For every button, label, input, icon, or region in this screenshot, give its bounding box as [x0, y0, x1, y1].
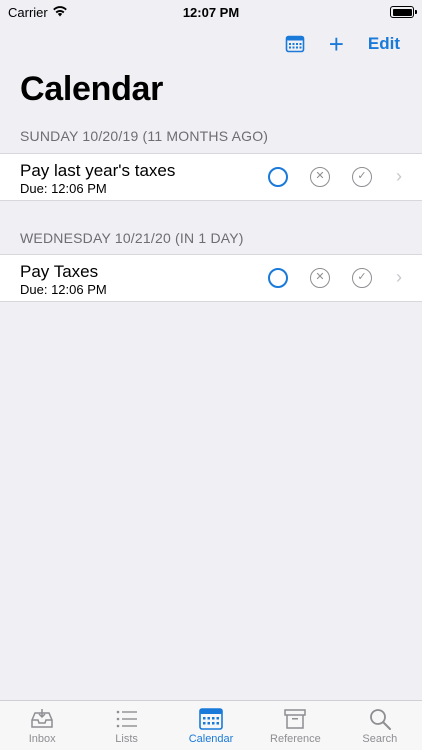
tab-search[interactable]: Search: [338, 701, 422, 750]
task-due: Due: 12:06 PM: [20, 282, 107, 297]
task-row[interactable]: Pay last year's taxes Due: 12:06 PM ✕ ✓ …: [0, 153, 422, 201]
tab-inbox[interactable]: Inbox: [0, 701, 84, 750]
cancel-task-button[interactable]: ✕: [310, 166, 330, 187]
search-icon: [369, 709, 391, 730]
complete-task-button[interactable]: ✓: [352, 267, 372, 288]
inbox-icon: [31, 709, 53, 728]
task-row[interactable]: Pay Taxes Due: 12:06 PM ✕ ✓ ›: [0, 254, 422, 302]
battery-icon: [390, 6, 417, 18]
task-title: Pay last year's taxes: [20, 161, 176, 180]
tab-calendar[interactable]: Calendar: [169, 701, 253, 750]
cancel-task-button[interactable]: ✕: [310, 267, 330, 288]
x-icon: ✕: [315, 271, 325, 283]
checkmark-icon: ✓: [357, 271, 367, 283]
x-icon: ✕: [315, 170, 325, 182]
tab-lists[interactable]: Lists: [84, 701, 168, 750]
tab-label: Inbox: [28, 733, 56, 745]
tab-bar: Inbox Lists Calendar Reference Search: [0, 700, 422, 750]
status-bar: Carrier 12:07 PM: [0, 0, 422, 24]
section-header: WEDNESDAY 10/21/20 (IN 1 DAY): [20, 230, 244, 246]
tab-label: Calendar: [188, 733, 234, 745]
tab-reference[interactable]: Reference: [253, 701, 337, 750]
task-due: Due: 12:06 PM: [20, 181, 107, 196]
page-title: Calendar: [20, 70, 164, 108]
complete-task-button[interactable]: ✓: [352, 166, 372, 187]
list-icon: [116, 710, 137, 728]
checkmark-icon: ✓: [357, 170, 367, 182]
tab-label: Search: [362, 733, 398, 745]
start-task-button[interactable]: [268, 267, 288, 288]
calendar-icon: [199, 708, 223, 730]
edit-button[interactable]: Edit: [368, 34, 400, 54]
section-header: SUNDAY 10/20/19 (11 MONTHS AGO): [20, 128, 269, 144]
calendar-picker-button[interactable]: [285, 34, 305, 54]
archive-icon: [284, 709, 307, 729]
calendar-icon: [285, 35, 305, 53]
tab-label: Reference: [270, 733, 321, 745]
add-button[interactable]: +: [329, 31, 344, 57]
chevron-right-icon: ›: [396, 267, 402, 287]
task-title: Pay Taxes: [20, 262, 99, 281]
nav-bar: + Edit: [285, 28, 422, 60]
start-task-button[interactable]: [268, 166, 288, 187]
chevron-right-icon: ›: [396, 166, 402, 186]
status-time: 12:07 PM: [182, 4, 240, 20]
tab-label: Lists: [115, 733, 138, 745]
